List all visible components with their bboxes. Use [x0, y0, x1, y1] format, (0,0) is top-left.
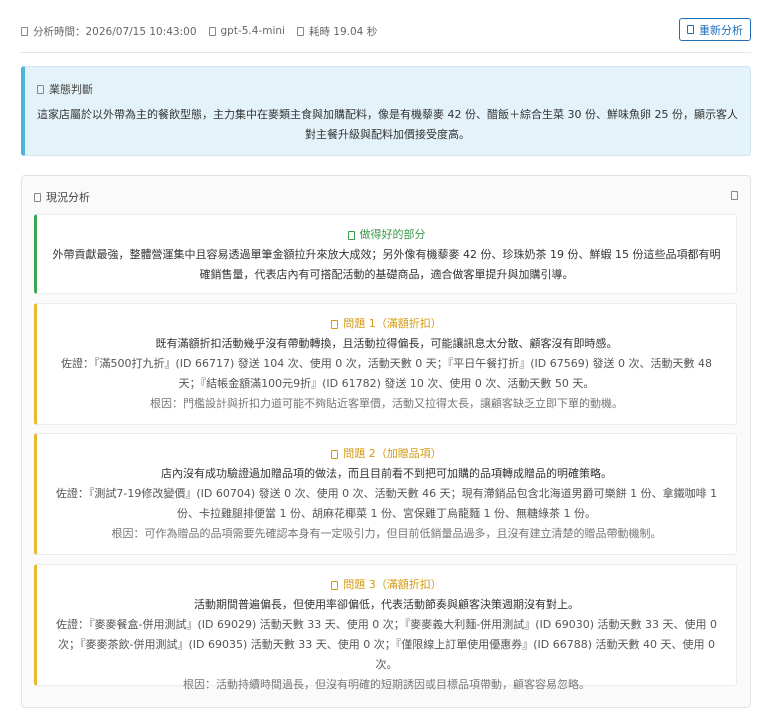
issue-2-title: 問題 2（加贈品項）	[343, 447, 442, 460]
duration-text: 耗時 19.04 秒	[308, 25, 378, 38]
strengths-text: 外帶貢獻最強，整體營運集中且容易透過單筆金額拉升來放大成效；另外像有機藜麥 42…	[52, 248, 721, 281]
strengths-title-row: 做得好的部分	[51, 225, 722, 245]
issue-card-2: 問題 2（加贈品項） 店內沒有成功驗證過加贈品項的做法，而且目前看不到把可加購的…	[34, 433, 737, 555]
check-icon	[347, 230, 355, 240]
model-name-text: gpt-5.4-mini	[220, 25, 285, 37]
analysis-page: 分析時間：2026/07/15 10:43:00 gpt-5.4-mini 耗時…	[0, 0, 771, 723]
strengths-title: 做得好的部分	[359, 228, 426, 241]
chip-icon	[208, 26, 216, 36]
reanalyze-button[interactable]: 重新分析	[679, 18, 751, 41]
issue-3-title: 問題 3（滿額折扣）	[343, 578, 442, 591]
hourglass-icon	[296, 26, 304, 36]
issue-1-title-row: 問題 1（滿額折扣）	[51, 314, 722, 334]
store-icon	[37, 84, 44, 94]
issue-1-title: 問題 1（滿額折扣）	[343, 317, 442, 330]
current-analysis-header[interactable]: 現況分析	[34, 188, 738, 206]
duration: 耗時 19.04 秒	[296, 24, 378, 39]
business-type-box: 業態判斷 這家店屬於以外帶為主的餐飲型態，主力集中在麥類主食與加購配料，像是有機…	[21, 66, 751, 156]
header-divider	[21, 52, 751, 53]
issue-2-evidence: 佐證：『測試7-19修改變價』(ID 60704) 發送 0 次、使用 0 次、…	[55, 487, 718, 520]
issue-2-main: 店內沒有成功驗證過加贈品項的做法，而且目前看不到把可加購的品項轉成贈品的明確策略…	[161, 467, 612, 480]
business-type-title: 業態判斷	[49, 83, 93, 96]
strengths-card: 做得好的部分 外帶貢獻最強，整體營運集中且容易透過單筆金額拉升來放大成效；另外像…	[34, 214, 737, 294]
issue-2-title-row: 問題 2（加贈品項）	[51, 444, 722, 464]
warning-icon	[331, 449, 339, 459]
issue-1-main: 既有滿額折扣活動幾乎沒有帶動轉換，且活動拉得偏長，可能讓訊息太分散、顧客沒有即時…	[155, 337, 618, 350]
model-name: gpt-5.4-mini	[208, 25, 285, 37]
warning-icon	[331, 580, 339, 590]
current-analysis-title: 現況分析	[46, 191, 90, 204]
refresh-icon	[687, 25, 694, 34]
issue-2-cause: 根因：可作為贈品的品項需要先確認本身有一定吸引力，但目前低銷量品過多，且沒有建立…	[111, 527, 662, 540]
issue-1-cause: 根因：門檻設計與折扣力道可能不夠貼近客單價，活動又拉得太長，讓顧客缺乏立即下單的…	[150, 397, 623, 410]
issue-card-3: 問題 3（滿額折扣） 活動期間普遍偏長，但使用率卻偏低，代表活動節奏與顧客決策週…	[34, 564, 737, 691]
reanalyze-label: 重新分析	[699, 23, 743, 37]
analysis-time-text: 分析時間：2026/07/15 10:43:00	[33, 25, 197, 38]
collapse-icon[interactable]	[731, 191, 738, 200]
issue-3-main: 活動期間普遍偏長，但使用率卻偏低，代表活動節奏與顧客決策週期沒有對上。	[194, 598, 579, 611]
issue-3-title-row: 問題 3（滿額折扣）	[51, 575, 722, 595]
business-type-header: 業態判斷	[37, 81, 93, 97]
issue-3-cause: 根因：活動持續時間過長，但沒有明確的短期誘因或目標品項帶動，顧客容易忽略。	[183, 678, 590, 691]
analysis-meta-row: 分析時間：2026/07/15 10:43:00 gpt-5.4-mini 耗時…	[21, 18, 751, 44]
warning-icon	[331, 319, 339, 329]
chart-icon	[34, 192, 41, 202]
current-analysis-panel: 現況分析 做得好的部分 外帶貢獻最強，整體營運集中且容易透過單筆金額拉升來放大成…	[21, 175, 751, 708]
clock-icon	[21, 26, 28, 36]
issue-1-evidence: 佐證：『滿500打九折』(ID 66717) 發送 104 次、使用 0 次，活…	[60, 357, 713, 390]
issue-card-1: 問題 1（滿額折扣） 既有滿額折扣活動幾乎沒有帶動轉換，且活動拉得偏長，可能讓訊…	[34, 303, 737, 425]
issue-3-evidence: 佐證：『麥麥餐盒-併用測試』(ID 69029) 活動天數 33 天、使用 0 …	[56, 618, 717, 671]
business-type-text: 這家店屬於以外帶為主的餐飲型態，主力集中在麥類主食與加購配料，像是有機藜麥 42…	[37, 108, 738, 141]
analysis-time: 分析時間：2026/07/15 10:43:00	[21, 24, 197, 39]
